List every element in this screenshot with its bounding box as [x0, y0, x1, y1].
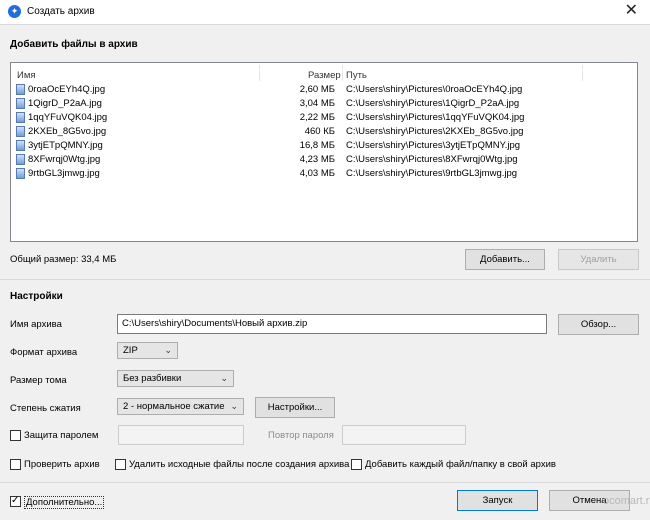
file-path: C:\Users\shiry\Pictures\1QigrD_P2aA.jpg: [346, 98, 520, 109]
file-path: C:\Users\shiry\Pictures\9rtbGL3jmwg.jpg: [346, 168, 518, 179]
file-row[interactable]: 1qqYFuVQK04.jpg 2,22 МБ C:\Users\shiry\P…: [11, 111, 637, 125]
check-archive-label[interactable]: Проверить архив: [24, 459, 100, 470]
each-separately-checkbox[interactable]: [351, 459, 362, 470]
title-bar: ✦ Создать архив ✕: [0, 0, 650, 24]
file-path: C:\Users\shiry\Pictures\3ytjETpQMNY.jpg: [346, 140, 521, 151]
chevron-down-icon: ⌄: [164, 345, 172, 355]
file-row[interactable]: 9rtbGL3jmwg.jpg 4,03 МБ C:\Users\shiry\P…: [11, 167, 637, 181]
file-size: 460 КБ: [304, 126, 335, 137]
file-size: 2,22 МБ: [299, 112, 335, 123]
file-name: 2KXEb_8G5vo.jpg: [28, 126, 107, 137]
chevron-down-icon: ⌄: [220, 373, 228, 383]
title-divider: [0, 24, 650, 25]
file-path: C:\Users\shiry\Pictures\8XFwrqj0Wtg.jpg: [346, 154, 518, 165]
total-size-label: Общий размер: 33,4 МБ: [10, 254, 117, 265]
file-name: 9rtbGL3jmwg.jpg: [28, 168, 100, 179]
file-name: 1qqYFuVQK04.jpg: [28, 112, 108, 123]
column-header-path[interactable]: Путь: [346, 70, 367, 81]
start-button[interactable]: Запуск: [457, 490, 538, 511]
file-size: 3,04 МБ: [299, 98, 335, 109]
image-file-icon: [16, 154, 25, 165]
close-icon[interactable]: ✕: [625, 2, 638, 20]
app-icon: ✦: [8, 5, 21, 18]
column-header-size[interactable]: Размер: [308, 70, 341, 81]
compression-level-select[interactable]: 2 - нормальное сжатие ⌄: [117, 398, 244, 415]
each-separately-label[interactable]: Добавить каждый файл/папку в свой архив: [365, 459, 556, 470]
remove-files-button[interactable]: Удалить: [558, 249, 639, 270]
browse-button[interactable]: Обзор...: [558, 314, 639, 335]
advanced-checkbox[interactable]: [10, 494, 21, 508]
file-row[interactable]: 0roaOcEYh4Q.jpg 2,60 МБ C:\Users\shiry\P…: [11, 83, 637, 97]
chevron-down-icon: ⌄: [230, 401, 238, 411]
advanced-label[interactable]: Дополнительно...: [24, 496, 105, 509]
password-label[interactable]: Защита паролем: [24, 430, 98, 441]
archive-format-value: ZIP: [123, 345, 138, 356]
delete-sources-label[interactable]: Удалить исходные файлы после создания ар…: [129, 459, 349, 470]
compression-level-label: Степень сжатия: [10, 403, 81, 414]
file-name: 3ytjETpQMNY.jpg: [28, 140, 103, 151]
column-header-name[interactable]: Имя: [17, 70, 36, 81]
file-path: C:\Users\shiry\Pictures\1qqYFuVQK04.jpg: [346, 112, 525, 123]
file-name: 8XFwrqj0Wtg.jpg: [28, 154, 101, 165]
image-file-icon: [16, 112, 25, 123]
file-row[interactable]: 8XFwrqj0Wtg.jpg 4,23 МБ C:\Users\shiry\P…: [11, 153, 637, 167]
file-size: 4,03 МБ: [299, 168, 335, 179]
file-size: 16,8 МБ: [299, 140, 335, 151]
file-row[interactable]: 2KXEb_8G5vo.jpg 460 КБ C:\Users\shiry\Pi…: [11, 125, 637, 139]
file-path: C:\Users\shiry\Pictures\0roaOcEYh4Q.jpg: [346, 84, 523, 95]
footer-divider: [0, 482, 650, 483]
column-divider[interactable]: [342, 65, 343, 81]
password-repeat-label: Повтор пароля: [268, 430, 334, 441]
file-row[interactable]: 1QigrD_P2aA.jpg 3,04 МБ C:\Users\shiry\P…: [11, 97, 637, 111]
column-divider[interactable]: [582, 65, 583, 81]
file-size: 2,60 МБ: [299, 84, 335, 95]
settings-section-title: Настройки: [10, 291, 63, 302]
password-input[interactable]: [118, 425, 244, 445]
section-divider: [0, 279, 650, 280]
window-title: Создать архив: [27, 6, 95, 17]
file-row[interactable]: 3ytjETpQMNY.jpg 16,8 МБ C:\Users\shiry\P…: [11, 139, 637, 153]
volume-size-value: Без разбивки: [123, 373, 182, 384]
archive-format-select[interactable]: ZIP ⌄: [117, 342, 178, 359]
archive-name-input[interactable]: C:\Users\shiry\Documents\Новый архив.zip: [117, 314, 547, 334]
file-name: 1QigrD_P2aA.jpg: [28, 98, 102, 109]
compression-level-value: 2 - нормальное сжатие: [123, 401, 225, 412]
archive-format-label: Формат архива: [10, 347, 78, 358]
check-archive-checkbox[interactable]: [10, 459, 21, 470]
image-file-icon: [16, 84, 25, 95]
delete-sources-checkbox[interactable]: [115, 459, 126, 470]
password-repeat-input[interactable]: [342, 425, 466, 445]
file-size: 4,23 МБ: [299, 154, 335, 165]
watermark: ocomart.ru: [603, 495, 650, 507]
archive-name-label: Имя архива: [10, 319, 62, 330]
image-file-icon: [16, 126, 25, 137]
image-file-icon: [16, 168, 25, 179]
compression-settings-button[interactable]: Настройки...: [255, 397, 335, 418]
add-files-button[interactable]: Добавить...: [465, 249, 545, 270]
column-divider[interactable]: [259, 65, 260, 81]
file-path: C:\Users\shiry\Pictures\2KXEb_8G5vo.jpg: [346, 126, 524, 137]
file-name: 0roaOcEYh4Q.jpg: [28, 84, 106, 95]
files-section-title: Добавить файлы в архив: [10, 39, 138, 50]
file-list[interactable]: Имя Размер Путь 0roaOcEYh4Q.jpg 2,60 МБ …: [10, 62, 638, 242]
volume-size-select[interactable]: Без разбивки ⌄: [117, 370, 234, 387]
image-file-icon: [16, 98, 25, 109]
image-file-icon: [16, 140, 25, 151]
password-checkbox[interactable]: [10, 430, 21, 441]
volume-size-label: Размер тома: [10, 375, 67, 386]
